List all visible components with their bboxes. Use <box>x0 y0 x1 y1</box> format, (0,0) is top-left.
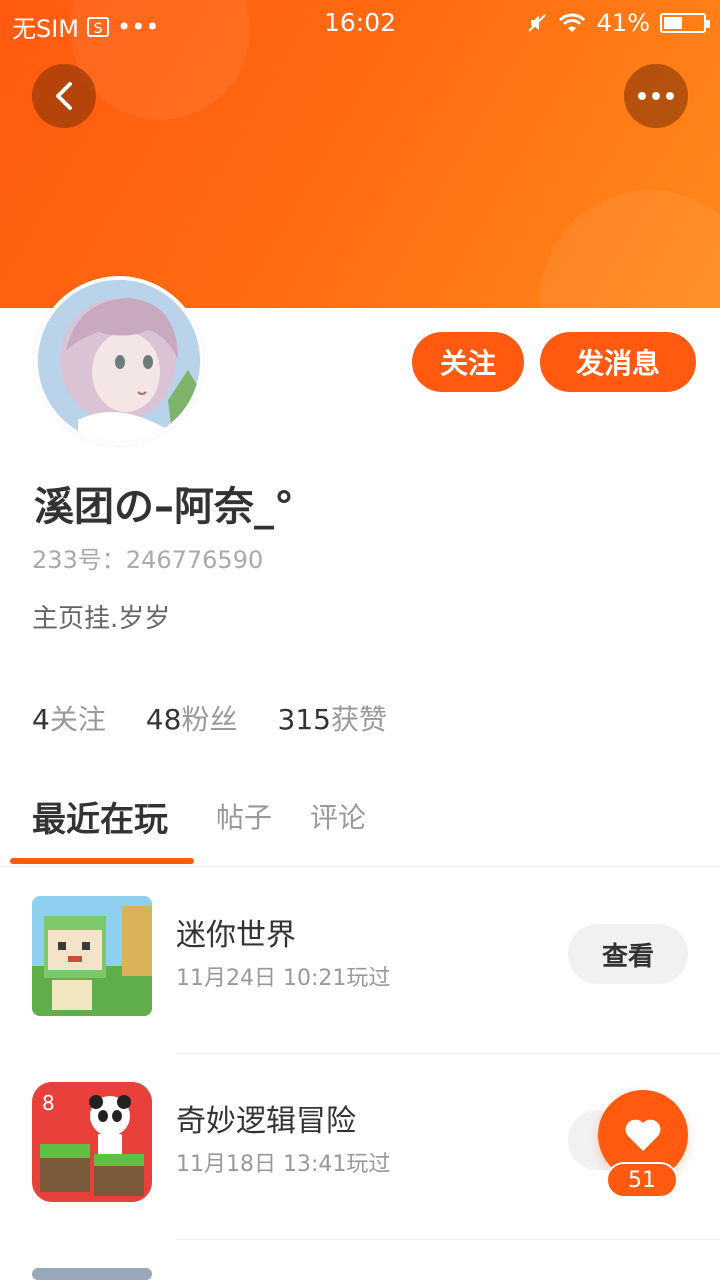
stat-following[interactable]: 4关注 <box>32 698 106 738</box>
user-id: 233号：246776590 <box>32 546 264 574</box>
tab-comments[interactable]: 评论 <box>310 796 366 836</box>
game-name: 奇妙逻辑冒险 <box>176 1104 356 1139</box>
stat-label: 关注 <box>49 703 106 736</box>
profile-header-banner <box>0 0 720 308</box>
more-button[interactable] <box>624 64 688 128</box>
game-name: 迷你世界 <box>176 918 296 953</box>
game-icon <box>32 1268 152 1280</box>
battery-icon <box>660 13 710 33</box>
wifi-icon <box>558 13 585 32</box>
follow-button[interactable]: 关注 <box>412 332 524 392</box>
stat-number: 48 <box>145 703 182 736</box>
profile-stats: 4关注 48粉丝 315获赞 <box>32 698 387 738</box>
avatar[interactable] <box>34 276 204 446</box>
tab-recently-played[interactable]: 最近在玩 <box>32 792 168 841</box>
avatar-image <box>38 280 200 442</box>
view-button[interactable]: 查看 <box>568 924 688 984</box>
list-item[interactable]: 迷你世界 11月24日 10:21玩过 查看 <box>0 868 720 1054</box>
decorative-circle <box>540 190 720 308</box>
profile-tabs: 最近在玩 帖子 评论 <box>0 780 720 867</box>
active-tab-indicator <box>10 858 194 864</box>
user-bio: 主页挂.岁岁 <box>32 604 171 634</box>
last-played-time: 11月24日 10:21玩过 <box>176 966 391 991</box>
stat-followers[interactable]: 48粉丝 <box>146 698 238 738</box>
chevron-left-icon <box>56 82 72 110</box>
status-right: 41% <box>527 9 710 37</box>
more-dots-icon <box>638 92 674 100</box>
back-button[interactable] <box>32 64 96 128</box>
stat-number: 4 <box>32 703 50 736</box>
svg-text:8: 8 <box>42 1091 55 1115</box>
heart-icon <box>625 1119 661 1151</box>
status-bar: 无SIM S ••• 16:02 41% <box>0 0 720 46</box>
tab-posts[interactable]: 帖子 <box>216 796 272 836</box>
send-message-button[interactable]: 发消息 <box>540 332 696 392</box>
stat-likes[interactable]: 315获赞 <box>278 698 387 738</box>
list-item[interactable] <box>0 1240 720 1280</box>
game-icon: 8 <box>32 1082 152 1202</box>
last-played-time: 11月18日 13:41玩过 <box>176 1152 391 1177</box>
stat-label: 获赞 <box>330 703 387 736</box>
stat-number: 315 <box>277 703 331 736</box>
game-icon <box>32 896 152 1016</box>
stat-label: 粉丝 <box>181 703 238 736</box>
like-count-badge: 51 <box>606 1162 678 1198</box>
mute-icon <box>527 14 546 32</box>
username: 溪团の–阿奈_° <box>34 484 294 530</box>
battery-percent: 41% <box>596 9 650 37</box>
